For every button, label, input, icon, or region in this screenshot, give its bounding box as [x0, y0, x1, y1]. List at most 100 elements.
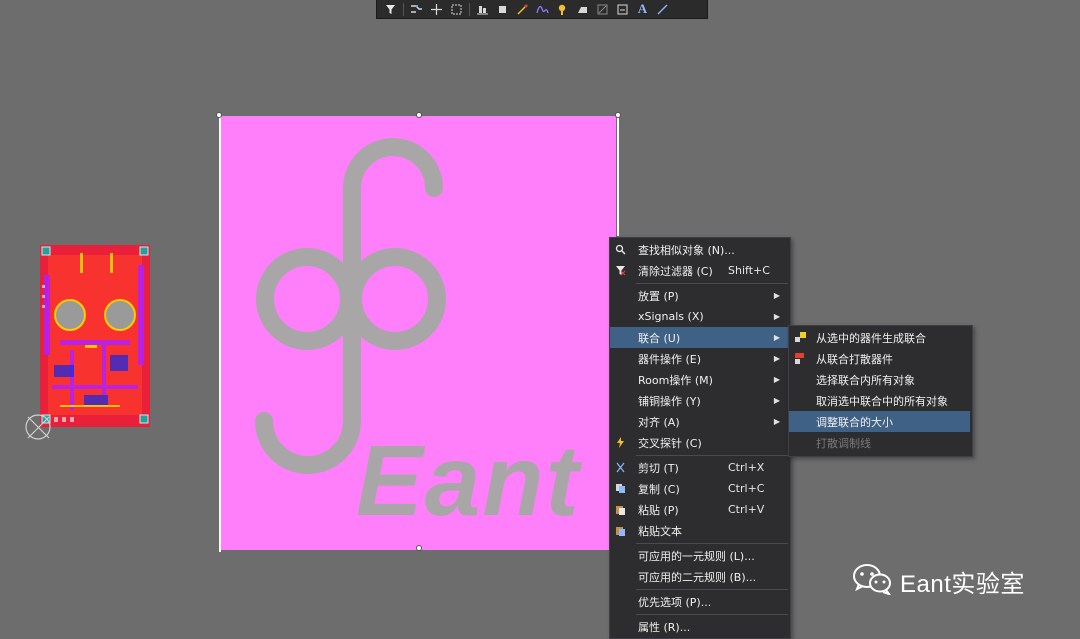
menu-item-paste[interactable]: 粘贴 (P) Ctrl+V [610, 499, 788, 520]
context-menu: 查找相似对象 (N)... 清除过滤器 (C) Shift+C 放置 (P) ▶… [609, 237, 791, 639]
submenu-item-break-tuning: 打散调制线 [789, 432, 970, 453]
menu-item-unary-rules[interactable]: 可应用的一元规则 (L)... [610, 545, 788, 566]
submenu-item-label: 打散调制线 [816, 436, 871, 450]
toolbar-separator [403, 2, 404, 16]
logo-text: Eant [356, 425, 581, 537]
menu-item-label: 铺铜操作 (Y) [638, 394, 701, 408]
origin-marker-icon [24, 410, 54, 446]
selection-edge-right [617, 116, 619, 236]
submenu-arrow-icon: ▶ [773, 354, 780, 363]
menu-item-label: Room操作 (M) [638, 373, 713, 387]
clear-filter-icon [614, 264, 627, 277]
menu-item-label: 器件操作 (E) [638, 352, 702, 366]
filter-icon[interactable] [381, 1, 400, 18]
region-icon[interactable] [593, 1, 612, 18]
submenu-arrow-icon: ▶ [773, 312, 780, 321]
submenu-arrow-icon: ▶ [773, 396, 780, 405]
union-submenu: 从选中的器件生成联合 从联合打散器件 选择联合内所有对象 取消选中联合中的所有对… [788, 325, 973, 457]
create-union-icon [794, 331, 807, 344]
submenu-arrow-icon: ▶ [773, 375, 780, 384]
submenu-item-deselect-all-in-union[interactable]: 取消选中联合中的所有对象 [789, 390, 970, 411]
polygon-icon[interactable] [573, 1, 592, 18]
toolbar-separator [469, 2, 470, 16]
dimension-icon[interactable] [613, 1, 632, 18]
menu-separator [636, 589, 788, 590]
menu-item-xsignals[interactable]: xSignals (X) ▶ [610, 306, 788, 327]
select-area-icon[interactable] [447, 1, 466, 18]
submenu-item-create-union[interactable]: 从选中的器件生成联合 [789, 327, 970, 348]
align-icon[interactable] [473, 1, 492, 18]
menu-separator [636, 543, 788, 544]
menu-item-cross-probe[interactable]: 交叉探针 (C) [610, 432, 788, 453]
cut-icon [614, 461, 627, 474]
menu-separator [636, 283, 788, 284]
menu-item-label: xSignals (X) [638, 310, 704, 323]
menu-item-shortcut: Ctrl+X [728, 461, 765, 474]
copy-icon [614, 482, 627, 495]
submenu-arrow-icon: ▶ [773, 291, 780, 300]
menu-item-find-similar[interactable]: 查找相似对象 (N)... [610, 239, 788, 260]
submenu-item-label: 选择联合内所有对象 [816, 373, 915, 387]
line-icon[interactable] [653, 1, 672, 18]
pcb-board-preview[interactable] [40, 245, 150, 427]
menu-item-component-actions[interactable]: 器件操作 (E) ▶ [610, 348, 788, 369]
resize-handle-top-left[interactable] [216, 112, 222, 118]
submenu-item-label: 从联合打散器件 [816, 352, 893, 366]
place-pad-icon[interactable] [553, 1, 572, 18]
submenu-item-resize-union[interactable]: 调整联合的大小 [789, 411, 970, 432]
menu-item-cut[interactable]: 剪切 (T) Ctrl+X [610, 457, 788, 478]
pcb-active-bar: A [376, 0, 708, 19]
differential-pair-icon[interactable] [533, 1, 552, 18]
menu-item-paste-text[interactable]: 粘贴文本 [610, 520, 788, 541]
menu-item-label: 复制 (C) [638, 482, 680, 496]
wechat-icon [852, 563, 892, 599]
menu-separator [636, 614, 788, 615]
watermark: Eant实验室 [852, 563, 1025, 599]
menu-separator [636, 455, 788, 456]
resize-handle-bottom[interactable] [416, 545, 422, 551]
menu-item-label: 可应用的一元规则 (L)... [638, 549, 755, 563]
menu-item-clear-filter[interactable]: 清除过滤器 (C) Shift+C [610, 260, 788, 281]
cross-probe-icon [614, 436, 627, 449]
resize-handle-top-right[interactable] [615, 112, 621, 118]
menu-item-shortcut: Shift+C [728, 264, 770, 277]
menu-item-shortcut: Ctrl+V [728, 503, 765, 516]
menu-item-label: 粘贴文本 [638, 524, 682, 538]
menu-item-room-actions[interactable]: Room操作 (M) ▶ [610, 369, 788, 390]
menu-item-label: 对齐 (A) [638, 415, 680, 429]
menu-item-label: 交叉探针 (C) [638, 436, 702, 450]
submenu-arrow-icon: ▶ [773, 417, 780, 426]
resize-handle-top[interactable] [416, 112, 422, 118]
menu-item-label: 优先选项 (P)... [638, 595, 712, 609]
find-similar-icon [614, 243, 627, 256]
logo-graphic[interactable]: Eant [221, 116, 616, 550]
menu-item-properties[interactable]: 属性 (R)... [610, 616, 788, 637]
menu-item-label: 清除过滤器 (C) [638, 264, 713, 278]
menu-item-union[interactable]: 联合 (U) ▶ [610, 327, 788, 348]
submenu-item-label: 调整联合的大小 [816, 415, 893, 429]
menu-item-place[interactable]: 放置 (P) ▶ [610, 285, 788, 306]
menu-item-shortcut: Ctrl+C [728, 482, 765, 495]
menu-item-polygon-actions[interactable]: 铺铜操作 (Y) ▶ [610, 390, 788, 411]
menu-item-label: 可应用的二元规则 (B)... [638, 570, 757, 584]
crosshair-icon[interactable] [427, 1, 446, 18]
menu-item-label: 属性 (R)... [638, 620, 691, 634]
submenu-item-label: 取消选中联合中的所有对象 [816, 394, 948, 408]
menu-item-binary-rules[interactable]: 可应用的二元规则 (B)... [610, 566, 788, 587]
menu-item-preferences[interactable]: 优先选项 (P)... [610, 591, 788, 612]
paste-text-icon [614, 524, 627, 537]
route-icon[interactable] [407, 1, 426, 18]
break-union-icon [794, 352, 807, 365]
submenu-item-select-all-in-union[interactable]: 选择联合内所有对象 [789, 369, 970, 390]
submenu-item-label: 从选中的器件生成联合 [816, 331, 926, 345]
paste-icon [614, 503, 627, 516]
menu-item-copy[interactable]: 复制 (C) Ctrl+C [610, 478, 788, 499]
interactive-route-icon[interactable] [513, 1, 532, 18]
menu-item-label: 粘贴 (P) [638, 503, 679, 517]
submenu-item-break-union[interactable]: 从联合打散器件 [789, 348, 970, 369]
component-icon[interactable] [493, 1, 512, 18]
menu-item-align[interactable]: 对齐 (A) ▶ [610, 411, 788, 432]
text-icon[interactable]: A [633, 1, 652, 18]
submenu-arrow-icon: ▶ [773, 333, 780, 342]
selection-edge-left [219, 116, 221, 552]
